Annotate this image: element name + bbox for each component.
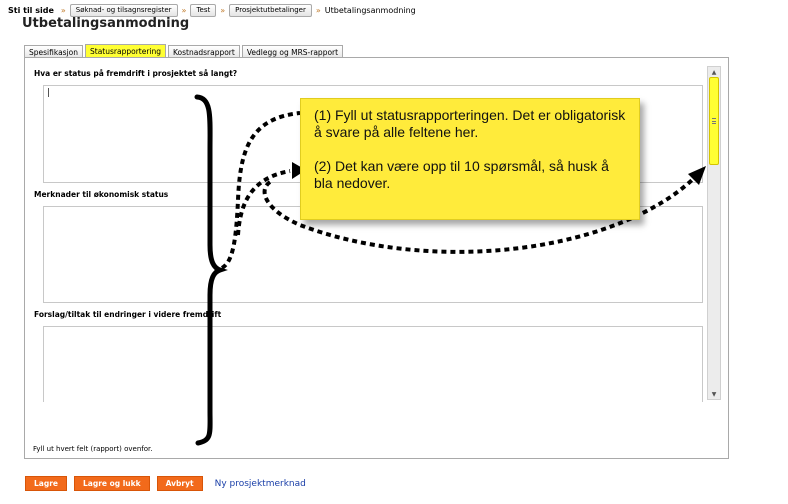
new-project-note-link[interactable]: Ny prosjektmerknad	[215, 479, 306, 489]
question-label-changes: Forslag/tiltak til endringer i videre fr…	[34, 310, 222, 319]
arrow-down-icon[interactable]: ▼	[708, 389, 720, 399]
economy-notes-textarea[interactable]	[43, 206, 703, 303]
breadcrumb-lead: Sti til side	[8, 5, 54, 15]
scrollbar-thumb[interactable]	[709, 77, 719, 165]
page-title: Utbetalingsanmodning	[22, 16, 190, 31]
cancel-button[interactable]: Avbryt	[156, 476, 203, 491]
callout-line-2: (2) Det kan være opp til 10 spørsmål, så…	[314, 158, 609, 191]
action-bar: Lagre Lagre og lukk Avbryt Ny prosjektme…	[25, 476, 306, 491]
save-and-close-button[interactable]: Lagre og lukk	[74, 476, 150, 491]
callout-line-1: (1) Fyll ut statusrapporteringen. Det er…	[314, 107, 626, 140]
breadcrumb-item-project-payments[interactable]: Prosjektutbetalinger	[229, 3, 312, 17]
arrow-up-icon[interactable]: ▲	[708, 67, 720, 77]
instruction-callout: (1) Fyll ut statusrapporteringen. Det er…	[300, 98, 640, 220]
grip-icon	[712, 118, 716, 124]
breadcrumb-separator: »	[220, 5, 226, 15]
breadcrumb: Sti til side » Søknad- og tilsagnsregist…	[8, 3, 416, 17]
tab-statusrapportering[interactable]: Statusrapportering	[85, 44, 167, 58]
footer-note: Fyll ut hvert felt (rapport) ovenfor.	[33, 445, 153, 453]
save-button[interactable]: Lagre	[25, 476, 67, 491]
breadcrumb-item-test[interactable]: Test	[190, 3, 217, 17]
tab-bar: Spesifikasjon Statusrapportering Kostnad…	[24, 44, 345, 58]
changes-suggestions-textarea[interactable]	[43, 326, 703, 402]
breadcrumb-separator: »	[181, 5, 187, 15]
breadcrumb-separator: »	[60, 5, 66, 15]
breadcrumb-item-register[interactable]: Søknad- og tilsagnsregister	[69, 3, 178, 17]
form-scrollbar[interactable]: ▲ ▼	[707, 66, 721, 400]
breadcrumb-separator: »	[315, 5, 321, 15]
question-label-economy: Merknader til økonomisk status	[34, 190, 169, 199]
breadcrumb-current: Utbetalingsanmodning	[324, 5, 416, 15]
question-label-progress: Hva er status på fremdrift i prosjektet …	[34, 69, 238, 78]
